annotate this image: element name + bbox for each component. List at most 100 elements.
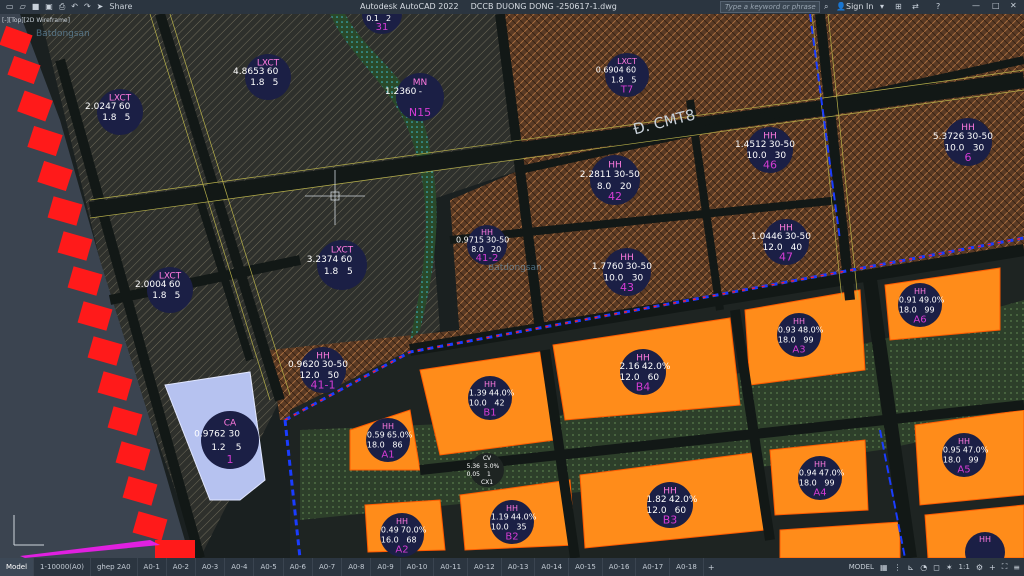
lot-a-text: 0.94 (799, 468, 817, 477)
lot-b-text: 60 (267, 67, 279, 77)
polar-icon[interactable]: ◔ (920, 563, 927, 572)
menu-icon[interactable]: ≡ (1013, 563, 1020, 572)
drawing-canvas[interactable]: Đ. CMT8 [-][Top][2D Wireframe] Batdongsa… (0, 14, 1024, 558)
lot-d-text: 99 (968, 456, 978, 465)
dropdown-icon[interactable]: ▾ (880, 2, 884, 11)
layout-tab[interactable]: A0-8 (342, 558, 372, 576)
layout-tab[interactable]: ghep 2A0 (91, 558, 138, 576)
snap-icon[interactable]: ⋮ (894, 563, 902, 572)
lot-n-text: 41-2 (476, 253, 499, 264)
lot-c-text: 18.0 (943, 456, 961, 465)
quick-access-toolbar: ▭ ▱ ■ ▣ ⎙ ↶ ↷ ➤ Share (0, 2, 132, 12)
lot-c-text: 1.2 (211, 443, 225, 453)
lot-n-text: A1 (381, 450, 394, 461)
print-icon[interactable]: ⎙ (59, 2, 65, 12)
grid-icon[interactable]: ▦ (880, 563, 888, 572)
lot-b-text: 60 (626, 65, 636, 74)
layout-tab[interactable]: A0-12 (468, 558, 502, 576)
gear-icon[interactable]: ⚙ (976, 563, 983, 572)
lot-b-text: - (419, 87, 422, 97)
lot-a-text: 0.6904 (596, 65, 624, 74)
lot-d-text: 68 (406, 536, 416, 545)
add-layout-icon[interactable]: + (704, 563, 719, 572)
lot-n-text: 46 (763, 158, 777, 171)
lot-a-text: 0.93 (778, 325, 796, 334)
lot-n-text: A2 (395, 545, 408, 556)
model-space-label[interactable]: MODEL (849, 563, 874, 571)
watermark-text: Batdongsan (36, 29, 90, 39)
title-bar: ▭ ▱ ■ ▣ ⎙ ↶ ↷ ➤ Share Autodesk AutoCAD 2… (0, 0, 1024, 14)
open-file-icon[interactable]: ▱ (20, 2, 26, 12)
lot-b-text: 47.0% (819, 468, 845, 477)
layout-tab[interactable]: A0-4 (225, 558, 255, 576)
lot-a-text: 0.95 (943, 445, 961, 454)
osnap-icon[interactable]: ◻ (933, 563, 940, 572)
search-icon[interactable]: ⌕ (824, 2, 828, 12)
new-file-icon[interactable]: ▭ (6, 2, 14, 12)
lot-a-text: 1.2360 (385, 87, 417, 97)
save-icon[interactable]: ■ (32, 2, 40, 12)
cv-n-text: CX1 (481, 479, 493, 486)
undo-icon[interactable]: ↶ (71, 2, 78, 12)
lot-a-text: 1.39 (469, 388, 487, 397)
lot-n-text: 47 (779, 250, 793, 263)
maximize-icon[interactable]: □ (992, 1, 1000, 10)
lot-t-text: LXCT (331, 246, 354, 256)
layout-tab[interactable]: A0-15 (569, 558, 603, 576)
layout-tab[interactable]: A0-13 (502, 558, 536, 576)
layout-tab[interactable]: A0-7 (313, 558, 343, 576)
lot-b-text: 42.0% (642, 362, 671, 372)
layout-tab[interactable]: A0-17 (636, 558, 671, 576)
user-icon[interactable]: 👤 (836, 2, 846, 11)
ortho-icon[interactable]: ⊾ (908, 563, 915, 572)
layout-tab[interactable]: A0-18 (670, 558, 704, 576)
layout-tab[interactable]: A0-2 (167, 558, 197, 576)
annotation-scale[interactable]: 1:1 (959, 563, 970, 571)
layout-tab[interactable]: A0-10 (401, 558, 435, 576)
share-icon[interactable]: ➤ (97, 2, 104, 12)
lot-c-text: 1.8 (250, 78, 265, 88)
layout-tab[interactable]: A0-6 (284, 558, 313, 576)
layout-tab[interactable]: A0-11 (434, 558, 469, 576)
fullscreen-icon[interactable]: ⛶ (1002, 562, 1008, 572)
lot-b-text: 30-50 (967, 132, 993, 142)
layout-tab[interactable]: A0-16 (603, 558, 637, 576)
close-icon[interactable]: ✕ (1010, 1, 1017, 10)
sign-in-button[interactable]: Sign In (846, 2, 873, 11)
lot-a-text: 2.2811 (580, 170, 612, 180)
lot-n-text: A3 (792, 345, 805, 356)
layout-tab[interactable]: Model (0, 558, 35, 576)
save-as-icon[interactable]: ▣ (45, 2, 53, 12)
lot-d-text: 5 (631, 76, 636, 85)
lot-b-text: 60 (169, 280, 181, 290)
layout-tab[interactable]: A0-1 (138, 558, 167, 576)
lot-d-text: 99 (924, 306, 934, 315)
share-button[interactable]: Share (109, 2, 132, 12)
app-title: Autodesk AutoCAD 2022 (360, 2, 459, 11)
redo-icon[interactable]: ↷ (84, 2, 91, 12)
status-bar: Model 1-10000(A0) ghep 2A0 A0-1 A0-2 A0-3 A0-4… (0, 558, 1024, 576)
lot-a-text: 4.8653 (233, 67, 265, 77)
plus-icon[interactable]: + (989, 563, 996, 572)
lot-b-text: 44.0% (511, 512, 537, 521)
minimize-icon[interactable]: — (972, 1, 980, 10)
layout-tab[interactable]: 1-10000(A0) (34, 558, 91, 576)
lot-n-text: B3 (663, 513, 678, 526)
annotation-icon[interactable]: ✶ (946, 563, 953, 572)
cart-icon[interactable]: ⊞ (895, 2, 902, 11)
layout-tab[interactable]: A0-5 (254, 558, 284, 576)
lot-n-text: A4 (813, 488, 826, 499)
search-input[interactable]: Type a keyword or phrase (720, 1, 820, 13)
layout-tab[interactable]: A0-14 (535, 558, 570, 576)
drawing-svg[interactable]: Đ. CMT8 [-][Top][2D Wireframe] Batdongsa… (0, 14, 1024, 558)
lot-a-text: 1.4512 (735, 140, 767, 150)
connect-icon[interactable]: ⇄ (912, 2, 919, 11)
lot-c-text: 18.0 (799, 479, 817, 488)
lot-c-text: 1.8 (324, 267, 339, 277)
lot-b-text: 47.0% (963, 445, 989, 454)
layout-tab[interactable]: A0-3 (196, 558, 226, 576)
help-icon[interactable]: ? (936, 2, 940, 11)
lot-c-text: 10.0 (469, 399, 487, 408)
lot-n-text: 41-1 (311, 378, 336, 391)
layout-tab[interactable]: A0-9 (371, 558, 401, 576)
